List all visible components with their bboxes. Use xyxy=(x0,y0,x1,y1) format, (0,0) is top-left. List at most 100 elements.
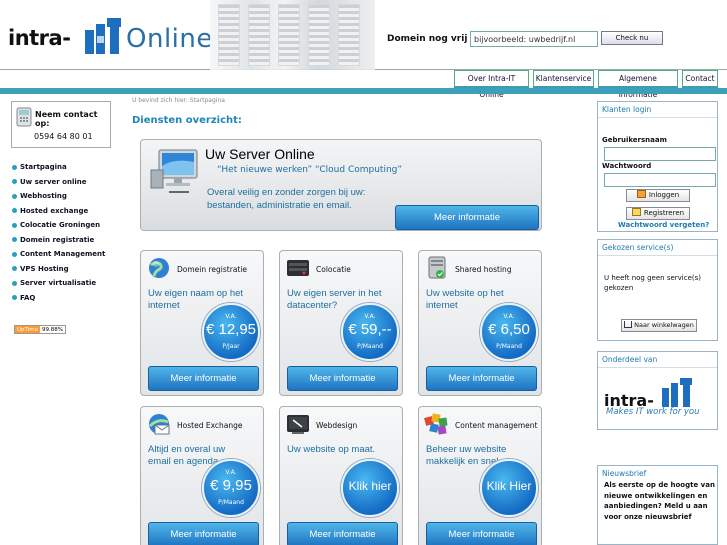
selected-services-box: Gekozen service(s) U heeft nog geen serv… xyxy=(597,239,718,341)
contact-title: Neem contact op: xyxy=(35,110,98,128)
price-badge[interactable]: V.A. € 6,50 P/Maand xyxy=(480,303,538,361)
globe-icon xyxy=(149,258,169,278)
breadcrumb: U bevind zich hier: Startpagina xyxy=(132,97,225,104)
card-text: Uw website op maat. xyxy=(287,444,376,455)
design-icon xyxy=(287,415,309,434)
price-badge[interactable]: V.A. € 59,-- P/Maand xyxy=(341,303,399,361)
logo-it-icon xyxy=(85,18,121,54)
price-amount: € 9,95 xyxy=(210,477,252,494)
uptime-value: 99.88% xyxy=(39,326,65,333)
price-prefix: V.A. xyxy=(503,313,515,320)
click-here-badge[interactable]: Klik hier xyxy=(341,459,399,517)
forgot-password-link[interactable]: Wachtwoord vergeten? xyxy=(618,221,709,229)
uptime-badge[interactable]: UpTime 99.88% xyxy=(14,325,66,334)
nav-faq[interactable]: FAQ xyxy=(12,291,105,306)
contact-box: Neem contact op: 0594 64 80 01 xyxy=(11,101,111,148)
go-to-cart-button[interactable]: Naar winkelwagen xyxy=(621,319,697,332)
more-info-button[interactable]: Meer informatie xyxy=(426,366,537,391)
newsletter-title: Nieuwsbrief xyxy=(602,469,647,478)
register-button[interactable]: Registreren xyxy=(626,207,690,220)
page-title: Diensten overzicht: xyxy=(132,115,242,126)
login-box: Klanten login Gebruikersnaam Wachtwoord … xyxy=(597,101,718,232)
bullet-icon xyxy=(12,222,17,228)
hosting-icon xyxy=(428,256,446,279)
more-info-button[interactable]: Meer informatie xyxy=(148,366,259,391)
nav-colocatie-groningen[interactable]: Colocatie Groningen xyxy=(12,218,105,233)
price-amount: € 59,-- xyxy=(348,321,392,338)
domain-check-label: Domein nog vrij ?? xyxy=(387,34,481,44)
cms-icon xyxy=(424,413,448,435)
price-prefix: V.A. xyxy=(364,313,376,320)
bullet-icon xyxy=(12,266,17,272)
services-empty-text: U heeft nog geen service(s) gekozen xyxy=(604,274,701,292)
price-prefix: V.A. xyxy=(225,469,237,476)
tab-klantenservice[interactable]: Klantenservice xyxy=(533,70,594,88)
partner-slogan: Makes IT work for you xyxy=(606,407,700,417)
price-period: P/Maand xyxy=(496,343,522,350)
bullet-icon xyxy=(12,251,17,257)
click-here-label: Klik Hier xyxy=(486,479,532,493)
click-here-badge[interactable]: Klik Hier xyxy=(480,459,538,517)
nav-hosted-exchange[interactable]: Hosted exchange xyxy=(12,204,105,219)
domain-input[interactable] xyxy=(470,31,598,47)
services-title: Gekozen service(s) xyxy=(598,240,717,256)
more-info-button[interactable]: Meer informatie xyxy=(287,522,398,545)
nav-startpagina[interactable]: Startpagina xyxy=(12,160,105,175)
hero-text: Overal veilig en zonder zorgen bij uw: b… xyxy=(207,187,366,211)
card-title: Shared hosting xyxy=(455,265,512,274)
bullet-icon xyxy=(12,280,17,286)
price-badge[interactable]: V.A. € 9,95 P/Maand xyxy=(202,459,260,517)
nav-domein-registratie[interactable]: Domein registratie xyxy=(12,233,105,248)
price-badge[interactable]: V.A. € 12,95 P/Jaar xyxy=(202,303,260,361)
nav-uw-server-online[interactable]: Uw server online xyxy=(12,175,105,190)
price-period: P/Maand xyxy=(218,499,244,506)
hero-subtitle: “Het nieuwe werken” “Cloud Computing” xyxy=(217,165,403,175)
hero-banner: Uw Server Online “Het nieuwe werken” “Cl… xyxy=(140,139,542,231)
tab-contact[interactable]: Contact xyxy=(682,70,718,88)
bullet-icon xyxy=(12,237,17,243)
hero-more-info-button[interactable]: Meer informatie xyxy=(395,205,539,230)
nav-server-virtualisatie[interactable]: Server virtualisatie xyxy=(12,276,105,291)
bullet-icon xyxy=(12,164,17,170)
bullet-icon xyxy=(12,179,17,185)
card-colocatie: Colocatie Uw eigen server in het datacen… xyxy=(279,250,403,396)
brand-suffix: Online xyxy=(126,24,213,54)
bullet-icon xyxy=(12,208,17,214)
more-info-button[interactable]: Meer informatie xyxy=(426,522,537,545)
partner-title: Onderdeel van xyxy=(598,352,717,368)
card-domein-registratie: Domein registratie Uw eigen naam op het … xyxy=(140,250,264,396)
card-hosted-exchange: Hosted Exchange Altijd en overal uw emai… xyxy=(140,406,264,545)
price-period: P/Jaar xyxy=(222,343,240,350)
tab-algemene-informatie[interactable]: Algemene informatie xyxy=(598,70,678,99)
partner-logo[interactable]: intra- Makes IT work for you xyxy=(604,373,712,417)
username-input[interactable] xyxy=(604,147,716,161)
right-column: Klanten login Gebruikersnaam Wachtwoord … xyxy=(592,94,727,545)
nav-vps-hosting[interactable]: VPS Hosting xyxy=(12,262,105,277)
newsletter-box: Nieuwsbrief Als eerste op de hoogte van … xyxy=(597,465,718,545)
password-label: Wachtwoord xyxy=(602,162,652,170)
check-domain-button[interactable]: Check nu xyxy=(601,31,663,45)
mail-icon xyxy=(148,414,170,435)
partner-box: Onderdeel van intra- Makes IT work for y… xyxy=(597,351,718,430)
phone-icon xyxy=(16,107,32,127)
top-navigation: Over Intra-IT Online Klantenservice Alge… xyxy=(0,70,727,99)
more-info-button[interactable]: Meer informatie xyxy=(287,366,398,391)
click-here-label: Klik hier xyxy=(348,479,392,493)
price-prefix: V.A. xyxy=(225,313,237,320)
monitor-icon xyxy=(150,149,198,193)
header: intra- Online Domein nog vrij ?? Check n… xyxy=(0,0,727,70)
login-button[interactable]: Inloggen xyxy=(626,189,690,202)
more-info-button[interactable]: Meer informatie xyxy=(148,522,259,545)
nav-content-management[interactable]: Content Management xyxy=(12,247,105,262)
card-title: Webdesign xyxy=(316,421,358,430)
price-period: P/Maand xyxy=(357,343,383,350)
password-input[interactable] xyxy=(604,173,716,187)
main-content: U bevind zich hier: Startpagina Diensten… xyxy=(128,94,590,545)
tab-over-intra-it[interactable]: Over Intra-IT Online xyxy=(454,70,529,99)
logo-text: intra- xyxy=(8,26,71,50)
card-title: Content management xyxy=(455,421,538,430)
nav-webhosting[interactable]: Webhosting xyxy=(12,189,105,204)
pencil-icon xyxy=(631,208,641,216)
key-icon xyxy=(636,190,646,198)
card-title: Hosted Exchange xyxy=(177,421,243,430)
